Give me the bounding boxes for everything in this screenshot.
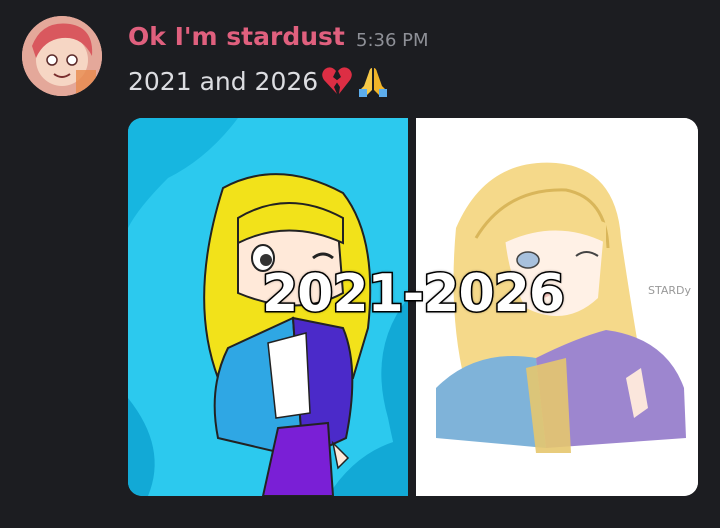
folded-hands-icon bbox=[356, 64, 390, 98]
chat-message: Ok I'm stardust 5:36 PM 2021 and 2026 ST… bbox=[0, 0, 720, 528]
overlay-caption: 2021-2026 bbox=[260, 263, 566, 326]
broken-heart-icon bbox=[320, 64, 354, 98]
message-text-content: 2021 and 2026 bbox=[128, 66, 319, 96]
username[interactable]: Ok I'm stardust bbox=[128, 22, 345, 51]
timestamp: 5:36 PM bbox=[356, 30, 429, 51]
image-attachment[interactable]: STARDy 2021-2026 bbox=[128, 118, 698, 496]
message-text: 2021 and 2026 bbox=[128, 64, 390, 98]
avatar[interactable] bbox=[22, 16, 102, 96]
